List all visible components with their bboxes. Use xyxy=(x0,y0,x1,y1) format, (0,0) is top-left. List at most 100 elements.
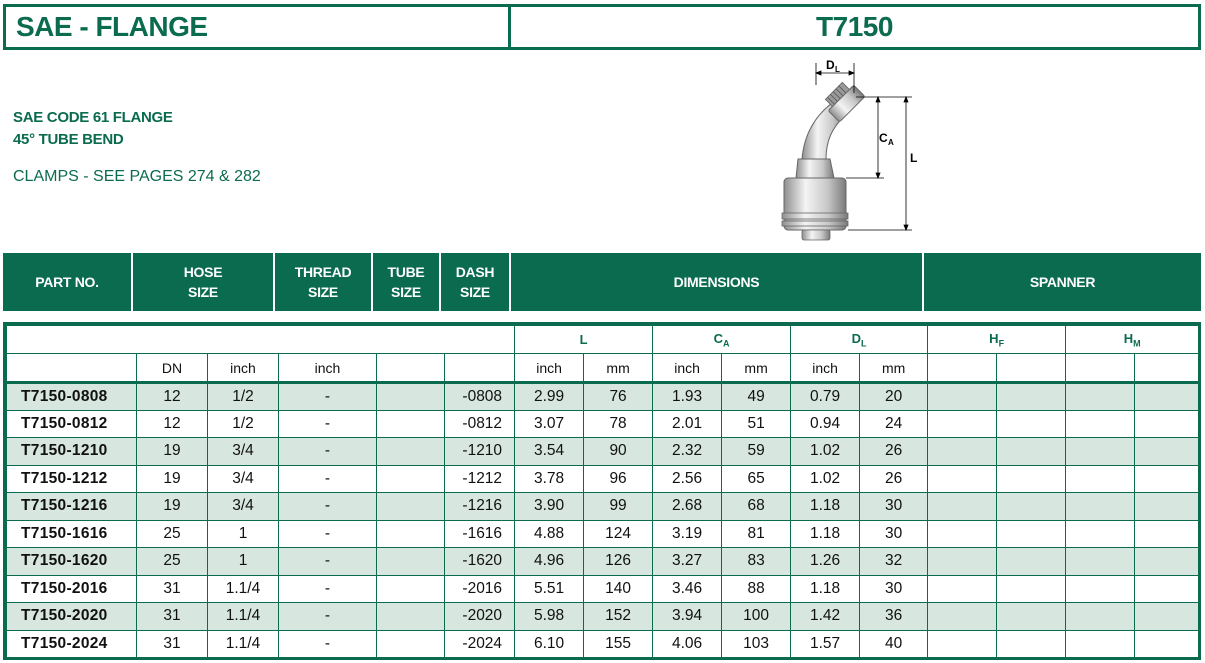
cell-hose: 1.1/4 xyxy=(207,629,279,658)
cell-dash: -1620 xyxy=(443,547,516,576)
header-dimensions: DIMENSIONS xyxy=(511,253,924,311)
units-ca-inch: inch xyxy=(652,353,723,384)
header-tube-size: TUBE SIZE xyxy=(373,253,441,311)
cell-hose: 1.1/4 xyxy=(207,574,279,603)
cell-dl-in: 1.02 xyxy=(790,437,861,466)
cell-tube xyxy=(376,519,445,548)
cell-spanner-empty xyxy=(927,602,998,631)
cell-spanner-empty xyxy=(1065,602,1136,631)
cell-tube xyxy=(376,574,445,603)
units-part-blank xyxy=(6,353,137,384)
cell-spanner-empty xyxy=(996,574,1067,603)
table-body: L CA DL HF HM DN inch inch inch mm inch … xyxy=(5,325,1200,384)
data-table-frame: L CA DL HF HM DN inch inch inch mm inch … xyxy=(3,322,1201,660)
cell-spanner-empty xyxy=(1065,519,1136,548)
cell-part: T7150-1620 xyxy=(6,547,137,576)
cell-dn: 12 xyxy=(136,409,208,438)
cell-dn: 19 xyxy=(136,492,208,521)
cell-dl-in: 1.18 xyxy=(790,519,861,548)
cell-dn: 25 xyxy=(136,547,208,576)
units-dl-mm: mm xyxy=(859,353,929,384)
cell-ca-mm: 65 xyxy=(721,464,792,493)
header-dash-size-line2: SIZE xyxy=(460,284,490,300)
cell-part: T7150-2016 xyxy=(6,574,137,603)
cell-spanner-empty xyxy=(927,382,998,411)
cell-spanner-empty xyxy=(1134,382,1200,411)
cell-spanner-empty xyxy=(1065,547,1136,576)
cell-dash: -0812 xyxy=(443,409,516,438)
cell-dl-mm: 24 xyxy=(859,409,929,438)
cell-hose: 1 xyxy=(207,547,279,576)
cell-dl-mm: 40 xyxy=(859,629,929,658)
cell-spanner-empty xyxy=(996,409,1067,438)
cell-spanner-empty xyxy=(996,519,1067,548)
cell-dash: -2016 xyxy=(443,574,516,603)
cell-spanner-empty xyxy=(996,629,1067,658)
subheader-hm-sub: M xyxy=(1133,338,1141,349)
cell-tube xyxy=(376,437,445,466)
units-tube-blank xyxy=(376,353,445,384)
cell-part: T7150-1212 xyxy=(6,464,137,493)
ferrule-shape xyxy=(781,158,849,241)
units-l-mm: mm xyxy=(583,353,654,384)
cell-spanner-empty xyxy=(1134,437,1200,466)
cell-spanner-empty xyxy=(1134,547,1200,576)
cell-part: T7150-1216 xyxy=(6,492,137,521)
cell-ca-mm: 68 xyxy=(721,492,792,521)
cell-l-in: 5.98 xyxy=(514,602,585,631)
cell-dn: 31 xyxy=(136,574,208,603)
cell-thread: - xyxy=(278,409,377,438)
units-row: DN inch inch inch mm inch mm inch mm xyxy=(6,353,1200,384)
cell-spanner-empty xyxy=(996,464,1067,493)
cell-spanner-empty xyxy=(1065,382,1136,411)
cell-spanner-empty xyxy=(1134,464,1200,493)
units-thread-inch: inch xyxy=(278,353,377,384)
header-hose-size: HOSE SIZE xyxy=(133,253,275,311)
subheader-ca: CA xyxy=(652,325,792,354)
cell-ca-in: 3.27 xyxy=(652,547,723,576)
cell-spanner-empty xyxy=(1065,464,1136,493)
cell-hose: 3/4 xyxy=(207,492,279,521)
header-thread-size-line2: SIZE xyxy=(308,284,338,300)
cell-dn: 12 xyxy=(136,382,208,411)
cell-ca-mm: 88 xyxy=(721,574,792,603)
cell-dn: 19 xyxy=(136,464,208,493)
cell-dl-mm: 20 xyxy=(859,382,929,411)
units-dash-blank xyxy=(443,353,516,384)
cell-hose: 3/4 xyxy=(207,464,279,493)
cell-l-mm: 126 xyxy=(583,547,654,576)
cell-thread: - xyxy=(278,547,377,576)
cell-dash: -2024 xyxy=(443,629,516,658)
cell-ca-in: 2.68 xyxy=(652,492,723,521)
table-row: T7150-2016 31 1.1/4- -2016 5.51 140 3.46 88 1.18… xyxy=(6,574,1200,603)
cell-spanner-empty xyxy=(996,547,1067,576)
cell-dl-in: 1.18 xyxy=(790,574,861,603)
cell-l-in: 3.07 xyxy=(514,409,585,438)
cell-ca-mm: 83 xyxy=(721,547,792,576)
cell-spanner-empty xyxy=(927,437,998,466)
cell-ca-in: 1.93 xyxy=(652,382,723,411)
cell-dl-in: 1.18 xyxy=(790,492,861,521)
cell-spanner-empty xyxy=(996,602,1067,631)
ca-label: C xyxy=(879,131,888,145)
table-row: T7150-1620 25 1- -1620 4.96 126 3.27 83 1.26 32 xyxy=(6,547,1200,576)
cell-l-in: 5.51 xyxy=(514,574,585,603)
subheader-hf: HF xyxy=(927,325,1067,354)
l-label: L xyxy=(910,151,917,165)
clamps-note: CLAMPS - SEE PAGES 274 & 282 xyxy=(13,168,261,185)
cell-hose: 1.1/4 xyxy=(207,602,279,631)
cell-dn: 19 xyxy=(136,437,208,466)
cell-ca-in: 3.94 xyxy=(652,602,723,631)
cell-l-mm: 124 xyxy=(583,519,654,548)
dimensions-table: L CA DL HF HM DN inch inch inch mm inch … xyxy=(5,325,1200,658)
units-hm-2 xyxy=(1134,353,1200,384)
units-ca-mm: mm xyxy=(721,353,792,384)
cell-ca-mm: 81 xyxy=(721,519,792,548)
cell-spanner-empty xyxy=(1134,409,1200,438)
header-dimensions-label: DIMENSIONS xyxy=(673,274,760,290)
header-dash-size-line1: DASH xyxy=(455,264,495,280)
cell-l-in: 3.90 xyxy=(514,492,585,521)
cell-dash: -0808 xyxy=(443,382,516,411)
fitting-drawing: D L C A L xyxy=(781,58,917,241)
header-thread-size-line1: THREAD xyxy=(294,264,352,280)
